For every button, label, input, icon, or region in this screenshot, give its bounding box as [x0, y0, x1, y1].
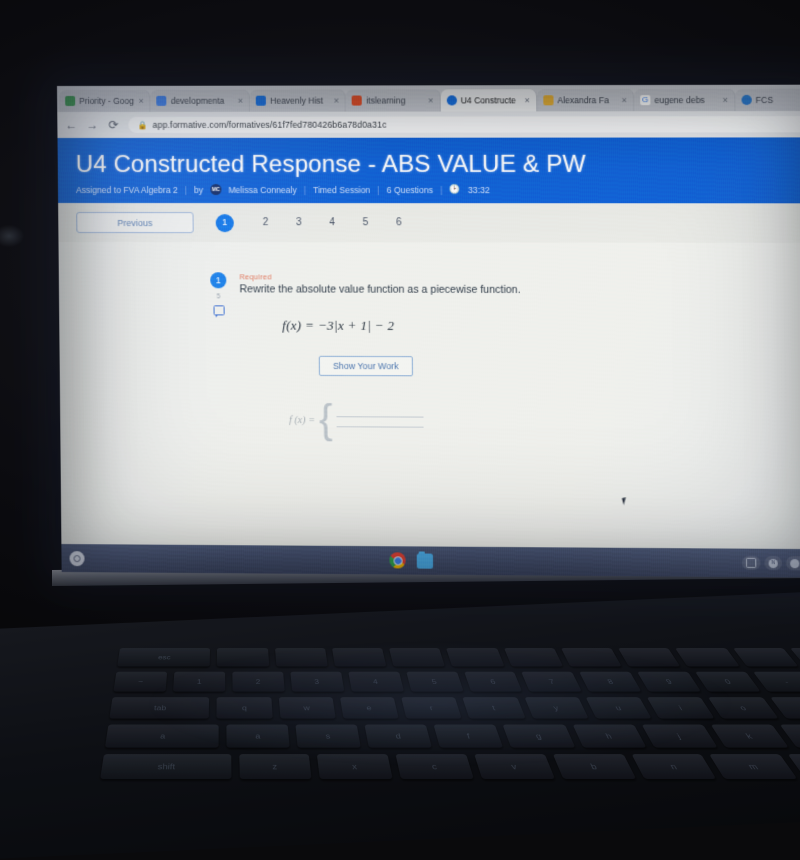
- tab-title: itslearning: [366, 95, 406, 106]
- close-icon[interactable]: ×: [334, 96, 339, 106]
- divider: |: [303, 184, 307, 195]
- google-icon: G: [640, 95, 651, 106]
- question-number-badge: 1: [210, 272, 227, 289]
- page-number-3[interactable]: 3: [282, 217, 315, 228]
- question-body: 1 5 Required Rewrite the absolute value …: [58, 241, 800, 550]
- tab-title: FCS: [755, 94, 774, 106]
- question-formula: f(x) = −3|x + 1| − 2: [282, 317, 395, 333]
- formative-page: U4 Constructed Response - ABS VALUE & PW…: [57, 137, 800, 550]
- close-icon[interactable]: ×: [428, 95, 433, 105]
- browser-tab-active[interactable]: U4 Constructe ×: [440, 89, 538, 112]
- background-object: [0, 225, 24, 247]
- address-bar[interactable]: 🔒 app.formative.com/formatives/61f7fed78…: [128, 116, 800, 133]
- divider: |: [440, 184, 443, 195]
- tab-title: Heavenly Hist: [270, 95, 324, 106]
- page-number-6[interactable]: 6: [382, 217, 416, 228]
- show-your-work-button[interactable]: Show Your Work: [318, 355, 413, 377]
- keyboard: esc ~123 4567 890- = tabqwe rtyu iop[ aa…: [100, 648, 800, 780]
- session-type: Timed Session: [313, 184, 371, 195]
- by-label: by: [194, 184, 204, 195]
- system-tray[interactable]: N: [741, 555, 800, 571]
- screen-capture-icon: [745, 557, 757, 568]
- required-label: Required: [239, 272, 272, 282]
- formative-icon: [446, 95, 457, 106]
- shelf-apps[interactable]: [84, 550, 742, 571]
- question-prompt: Rewrite the absolute value function as a…: [239, 283, 521, 296]
- files-icon[interactable]: [416, 552, 434, 569]
- assignment-meta: Assigned to FVA Algebra 2 | by MC Meliss…: [75, 184, 800, 196]
- page-number-1[interactable]: 1: [215, 213, 234, 232]
- browser-tab[interactable]: Priority - Goog ×: [59, 89, 151, 112]
- tab-title: U4 Constructe: [460, 95, 516, 106]
- battery-icon: [790, 558, 800, 568]
- divider: |: [184, 184, 188, 195]
- docs-icon: [156, 95, 167, 106]
- chromeos-shelf[interactable]: N: [61, 544, 800, 578]
- answer-line-1[interactable]: [336, 416, 424, 418]
- page-icon: [543, 95, 554, 106]
- question-count: 6 Questions: [386, 184, 434, 195]
- question-pagination[interactable]: Previous 1 2 3 4 5 6: [58, 202, 800, 243]
- launcher-icon[interactable]: [69, 550, 85, 566]
- close-icon[interactable]: ×: [621, 95, 626, 105]
- previous-button[interactable]: Previous: [76, 212, 194, 234]
- back-icon[interactable]: ←: [65, 118, 77, 132]
- teacher-name: Melissa Connealy: [228, 184, 297, 195]
- close-icon[interactable]: ×: [525, 95, 530, 105]
- url-text: app.formative.com/formatives/61f7fed7804…: [152, 119, 387, 130]
- slides-icon: [256, 95, 267, 106]
- close-icon[interactable]: ×: [238, 96, 243, 106]
- mouse-cursor: [621, 496, 631, 506]
- drive-icon: [65, 95, 76, 106]
- status-tray[interactable]: [785, 556, 800, 571]
- answer-line-2[interactable]: [336, 426, 424, 428]
- divider: |: [377, 184, 380, 195]
- lock-icon: 🔒: [137, 120, 148, 130]
- photograph-of-laptop: esc ~123 4567 890- = tabqwe rtyu iop[ aa…: [0, 0, 800, 860]
- browser-tab[interactable]: itslearning ×: [345, 89, 441, 112]
- tab-title: eugene debs: [654, 94, 705, 106]
- screen-capture-tray[interactable]: [741, 555, 761, 571]
- tab-title: Alexandra Fa: [557, 95, 609, 106]
- tab-title: developmenta: [170, 95, 225, 106]
- cloud-icon: [741, 94, 752, 106]
- browser-tab[interactable]: Heavenly Hist ×: [249, 89, 347, 112]
- close-icon[interactable]: ×: [138, 96, 143, 106]
- browser-tab[interactable]: developmenta ×: [150, 89, 251, 112]
- tab-title: Priority - Goog: [79, 95, 135, 106]
- timer-value: 33:32: [467, 184, 490, 195]
- close-icon[interactable]: ×: [723, 95, 728, 105]
- assignment-header: U4 Constructed Response - ABS VALUE & PW…: [57, 137, 800, 204]
- itslearning-icon: [352, 95, 363, 106]
- clock-icon: 🕑: [449, 184, 461, 195]
- page-number-2[interactable]: 2: [249, 217, 282, 228]
- answer-input-area[interactable]: f (x) = {: [289, 398, 800, 443]
- comment-icon[interactable]: [212, 305, 225, 316]
- forward-icon[interactable]: →: [86, 118, 98, 132]
- network-icon: N: [768, 558, 778, 568]
- question-sidebar: 1 5: [207, 272, 231, 434]
- page-title: U4 Constructed Response - ABS VALUE & PW: [75, 150, 586, 178]
- network-tray[interactable]: N: [764, 555, 782, 571]
- browser-tab[interactable]: FCS ×: [735, 88, 800, 112]
- page-number-list[interactable]: 1 2 3 4 5 6: [215, 213, 416, 232]
- avatar: MC: [210, 184, 222, 196]
- browser-tab[interactable]: Alexandra Fa ×: [536, 89, 635, 112]
- browser-toolbar[interactable]: ← → ⟳ 🔒 app.formative.com/formatives/61f…: [57, 111, 800, 138]
- assigned-to-label: Assigned to FVA Algebra 2: [75, 184, 178, 195]
- browser-tab[interactable]: G eugene debs ×: [633, 88, 736, 112]
- page-number-5[interactable]: 5: [349, 217, 382, 228]
- question-content: Required Rewrite the absolute value func…: [239, 272, 800, 443]
- piecewise-brace: {: [318, 398, 333, 443]
- question-points: 5: [216, 293, 221, 301]
- browser-tab-strip[interactable]: Priority - Goog × developmenta × Heavenl…: [57, 84, 800, 112]
- page-number-4[interactable]: 4: [315, 217, 348, 228]
- answer-prefix: f (x) =: [289, 414, 316, 427]
- laptop-screen: Priority - Goog × developmenta × Heavenl…: [57, 84, 800, 578]
- chrome-icon[interactable]: [389, 552, 406, 569]
- reload-icon[interactable]: ⟳: [107, 118, 119, 132]
